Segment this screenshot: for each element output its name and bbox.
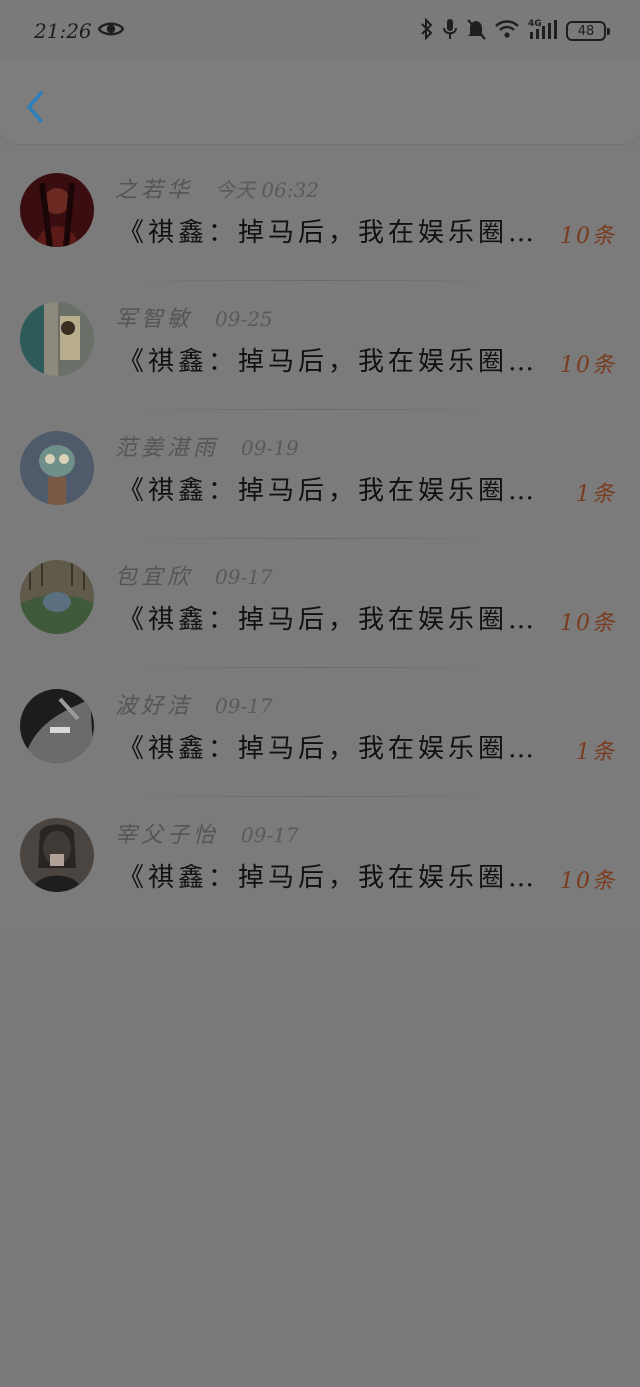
- status-right: 4G 48: [420, 17, 610, 44]
- mic-icon: [442, 18, 458, 44]
- avatar[interactable]: [20, 689, 94, 763]
- message-preview: 《祺鑫：掉马后，我在娱乐圈…: [118, 476, 539, 506]
- 4g-signal-icon: 4G: [528, 18, 558, 44]
- status-left: 21:26: [34, 19, 125, 43]
- sender-name: 军智敏: [115, 307, 194, 332]
- item-meta: 波好洁 09-17: [115, 688, 273, 720]
- avatar[interactable]: [20, 302, 94, 376]
- item-meta: 范姜湛雨 09-19: [115, 430, 299, 462]
- count-badge: 10条: [560, 869, 616, 894]
- eye-icon: [97, 19, 125, 43]
- sender-name: 波好洁: [115, 694, 194, 719]
- list-item[interactable]: 包宜欣 09-17 《祺鑫：掉马后，我在娱乐圈… 10条: [0, 539, 640, 668]
- timestamp: 09-19: [241, 436, 299, 460]
- back-button[interactable]: [22, 90, 48, 124]
- battery-level: 48: [577, 23, 595, 39]
- timestamp: 09-17: [215, 565, 273, 589]
- timestamp: 09-17: [241, 823, 299, 847]
- sender-name: 包宜欣: [115, 565, 194, 590]
- clock: 21:26: [34, 19, 92, 43]
- count-badge: 10条: [560, 611, 616, 636]
- item-meta: 包宜欣 09-17: [115, 559, 273, 591]
- message-preview: 《祺鑫：掉马后，我在娱乐圈…: [118, 605, 539, 635]
- wifi-icon: [494, 18, 520, 44]
- message-preview: 《祺鑫：掉马后，我在娱乐圈…: [118, 347, 539, 377]
- bell-off-icon: [466, 18, 486, 44]
- count-badge: 1条: [576, 482, 616, 507]
- list-item[interactable]: 范姜湛雨 09-19 《祺鑫：掉马后，我在娱乐圈… 1条: [0, 410, 640, 539]
- timestamp: 今天 06:32: [215, 178, 320, 202]
- battery-icon: 48: [566, 21, 610, 41]
- avatar[interactable]: [20, 173, 94, 247]
- message-preview: 《祺鑫：掉马后，我在娱乐圈…: [118, 863, 539, 893]
- message-preview: 《祺鑫：掉马后，我在娱乐圈…: [118, 734, 539, 764]
- item-meta: 军智敏 09-25: [115, 301, 273, 333]
- list-item[interactable]: 宰父子怡 09-17 《祺鑫：掉马后，我在娱乐圈… 10条: [0, 797, 640, 926]
- top-nav: [0, 62, 640, 144]
- message-preview: 《祺鑫：掉马后，我在娱乐圈…: [118, 218, 539, 248]
- status-bar: 21:26 4G 48: [0, 0, 640, 62]
- count-badge: 10条: [560, 224, 616, 249]
- bluetooth-icon: [420, 17, 434, 44]
- avatar[interactable]: [20, 560, 94, 634]
- item-meta: 之若华 今天 06:32: [115, 172, 319, 204]
- timestamp: 09-17: [215, 694, 273, 718]
- list-item[interactable]: 之若华 今天 06:32 《祺鑫：掉马后，我在娱乐圈… 10条: [0, 152, 640, 281]
- timestamp: 09-25: [215, 307, 273, 331]
- list-item[interactable]: 波好洁 09-17 《祺鑫：掉马后，我在娱乐圈… 1条: [0, 668, 640, 797]
- avatar[interactable]: [20, 431, 94, 505]
- chevron-left-icon: [27, 91, 43, 123]
- sender-name: 范姜湛雨: [115, 436, 220, 461]
- count-badge: 1条: [576, 740, 616, 765]
- count-badge: 10条: [560, 353, 616, 378]
- list-item[interactable]: 军智敏 09-25 《祺鑫：掉马后，我在娱乐圈… 10条: [0, 281, 640, 410]
- sender-name: 之若华: [115, 178, 194, 203]
- avatar[interactable]: [20, 818, 94, 892]
- sender-name: 宰父子怡: [115, 823, 220, 848]
- message-list: 之若华 今天 06:32 《祺鑫：掉马后，我在娱乐圈… 10条 军智敏 09-2…: [0, 152, 640, 926]
- svg-text:4G: 4G: [528, 19, 542, 29]
- item-meta: 宰父子怡 09-17: [115, 817, 299, 849]
